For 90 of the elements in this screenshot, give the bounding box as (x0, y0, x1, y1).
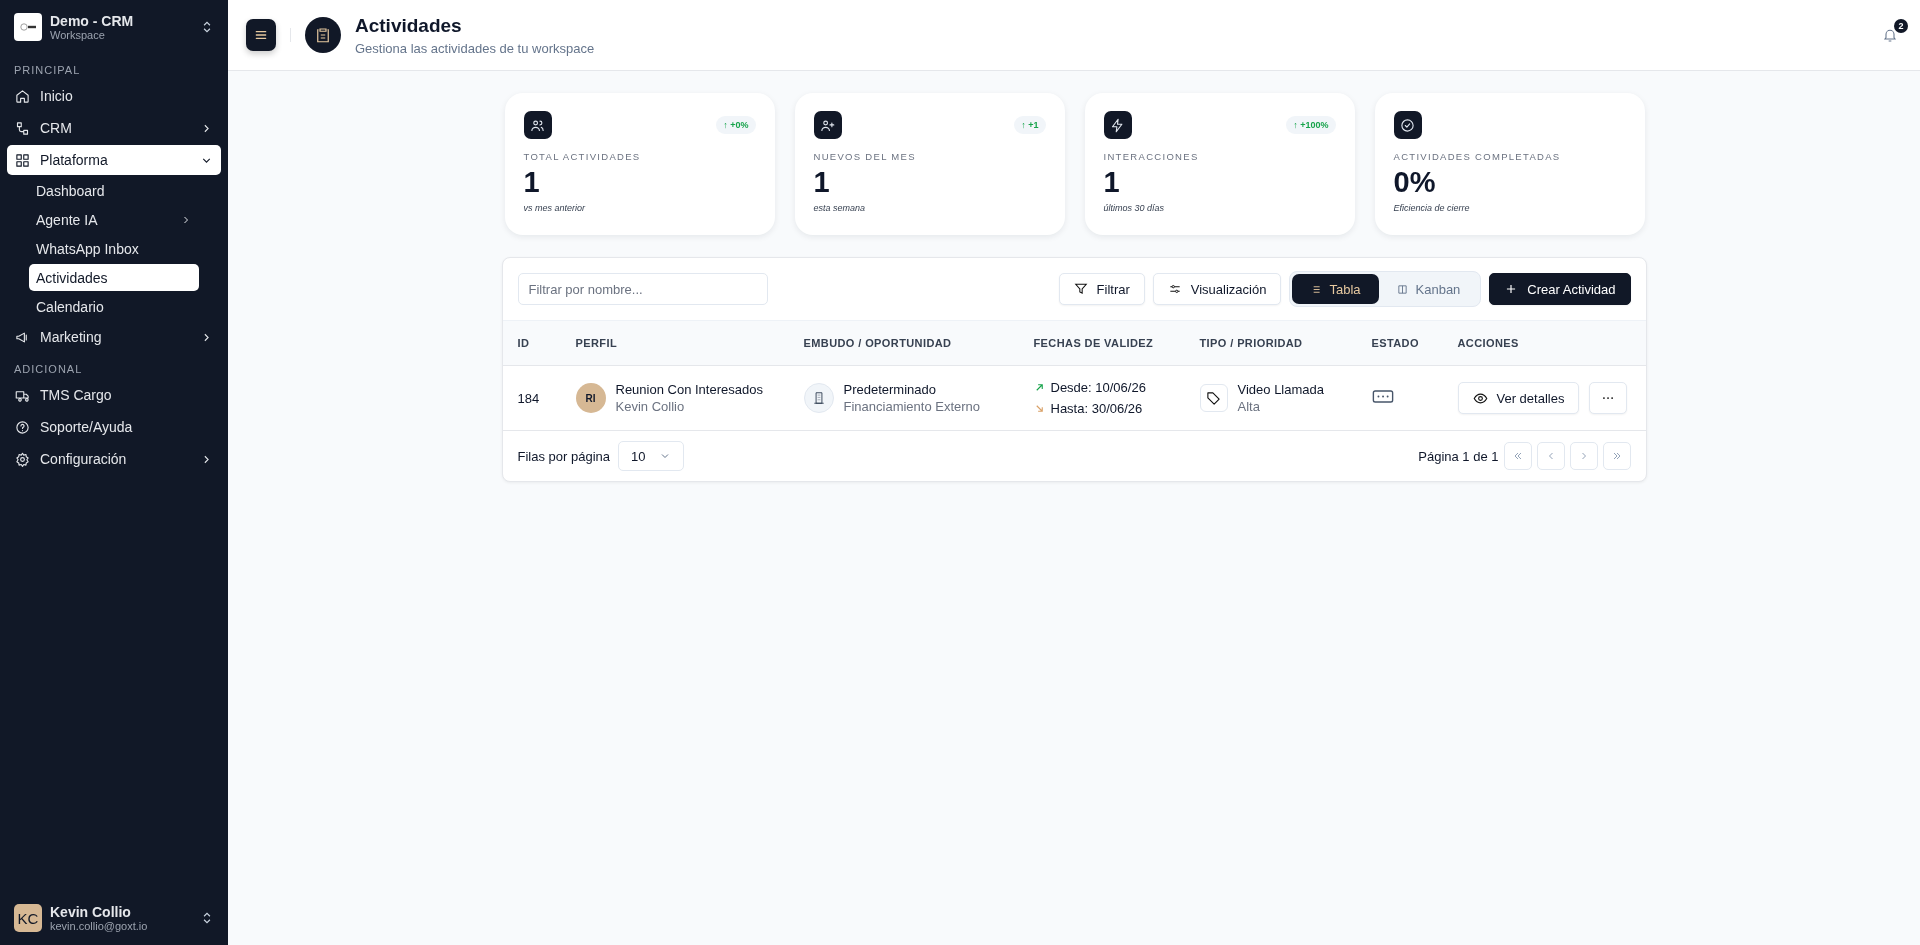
rows-per-page-label: Filas por página (517, 448, 610, 464)
nav-item[interactable]: TMS Cargo (7, 380, 221, 410)
nav-subitem[interactable]: Calendario (29, 293, 199, 320)
sliders-icon (1167, 282, 1182, 296)
eye-icon (1472, 390, 1488, 406)
view-tab[interactable]: Tabla (1292, 274, 1379, 304)
column-header: ESTADO (1371, 337, 1420, 349)
view-options-button[interactable]: Visualización (1152, 273, 1282, 305)
page-subtitle: Gestiona las actividades de tu workspace (355, 40, 596, 56)
activity-name: Reunion Con Interesados (615, 382, 763, 397)
filter-field[interactable]: Filtrar por nombre... (517, 273, 768, 305)
tag-icon (1199, 384, 1228, 412)
stat-note: Eficiencia de cierre (1393, 203, 1471, 213)
stat-label: INTERACCIONES (1103, 151, 1200, 162)
create-button[interactable]: Crear Actividad (1489, 273, 1631, 305)
page-indicator: Página 1 de 1 (1418, 448, 1499, 464)
nav-item[interactable]: Plataforma (7, 145, 221, 175)
workspace-name: Demo - CRM (50, 13, 135, 29)
date-text: Desde: 10/06/26 (1050, 380, 1146, 395)
more-button[interactable] (1589, 382, 1628, 414)
nav-subitem[interactable]: Dashboard (29, 177, 199, 204)
column-header: PERFIL (575, 337, 618, 349)
check-icon (1393, 111, 1422, 139)
nav-subitem[interactable]: Actividades (29, 264, 199, 291)
column-header: ID (517, 337, 531, 349)
filter-button[interactable]: Filtrar (1058, 273, 1145, 305)
building-icon (803, 383, 834, 413)
stat-value: 0% (1393, 166, 1437, 199)
view-details-button[interactable]: Ver detalles (1457, 382, 1580, 414)
menu-button[interactable] (246, 19, 276, 51)
stat-label: TOTAL ACTIVIDADES (523, 151, 642, 162)
trend-badge: ↑ +100% (1286, 116, 1336, 134)
nav-item[interactable]: Inicio (7, 81, 221, 111)
date-text: Hasta: 30/06/26 (1050, 401, 1143, 416)
columns-icon (1396, 283, 1408, 295)
stat-note: esta semana (813, 203, 867, 213)
user-avatar: KC (14, 904, 42, 932)
stat-note: últimos 30 días (1103, 203, 1166, 213)
column-header: TIPO / PRIORIDAD (1199, 337, 1304, 349)
user-plus-icon (813, 111, 842, 139)
activity-type: Video Llamada (1237, 382, 1324, 397)
nav-item[interactable]: Marketing (7, 322, 221, 352)
nav-item[interactable]: CRM (7, 113, 221, 143)
column-header: ACCIONES (1457, 337, 1520, 349)
status-icon (1371, 389, 1394, 404)
previous-page-button[interactable] (1536, 442, 1565, 470)
trend-badge: ↑ +0% (716, 116, 756, 134)
home-icon (15, 88, 30, 104)
filter-icon (1073, 282, 1088, 296)
stat-value: 1 (523, 166, 541, 199)
id-cell-text: 184 (517, 390, 541, 406)
user-email: kevin.collio@goxt.io (50, 920, 149, 932)
column-header: FECHAS DE VALIDEZ (1033, 337, 1155, 349)
nodes-icon (15, 120, 30, 136)
next-page-button[interactable] (1569, 442, 1598, 470)
grid-icon (15, 152, 30, 168)
owner-name: Kevin Collio (615, 399, 686, 414)
priority-text: Alta (1237, 399, 1261, 414)
stat-note: vs mes anterior (523, 203, 587, 213)
users-icon (523, 111, 552, 139)
clipboard-icon (305, 17, 341, 53)
opportunity-name: Financiamiento Externo (843, 399, 981, 414)
stat-label: ACTIVIDADES COMPLETADAS (1393, 151, 1562, 162)
bell-icon[interactable] (1882, 27, 1898, 43)
stat-value: 1 (813, 166, 831, 199)
first-page-button[interactable] (1503, 442, 1532, 470)
nav-subitem[interactable]: WhatsApp Inbox (29, 235, 199, 262)
page-title: Actividades (355, 14, 463, 37)
trend-badge: ↑ +1 (1014, 116, 1046, 134)
rows-per-page-select[interactable]: 10 (618, 441, 685, 471)
workspace-switcher[interactable]: Demo - CRM Workspace (7, 0, 221, 54)
section-label: ADICIONAL (13, 362, 84, 377)
nav-item[interactable]: Soporte/Ayuda (7, 412, 221, 442)
logo-icon (14, 13, 42, 41)
profile-avatar: RI (575, 383, 606, 413)
notification-badge: 2 (1894, 19, 1908, 33)
stat-label: NUEVOS DEL MES (813, 151, 917, 162)
nav-subitem[interactable]: Agente IA (29, 206, 199, 233)
column-header: EMBUDO / OPORTUNIDAD (803, 337, 953, 349)
user-name: Kevin Collio (50, 904, 132, 920)
funnel-name: Predeterminado (843, 382, 937, 397)
view-tab[interactable]: Kanban (1378, 274, 1479, 304)
section-label: PRINCIPAL (13, 63, 82, 78)
bolt-icon (1103, 111, 1132, 139)
gear-icon (15, 451, 30, 467)
nav-item[interactable]: Configuración (7, 444, 221, 474)
last-page-button[interactable] (1602, 442, 1631, 470)
stat-value: 1 (1103, 166, 1121, 199)
workspace-label: Workspace (50, 29, 106, 41)
help-icon (15, 419, 30, 435)
